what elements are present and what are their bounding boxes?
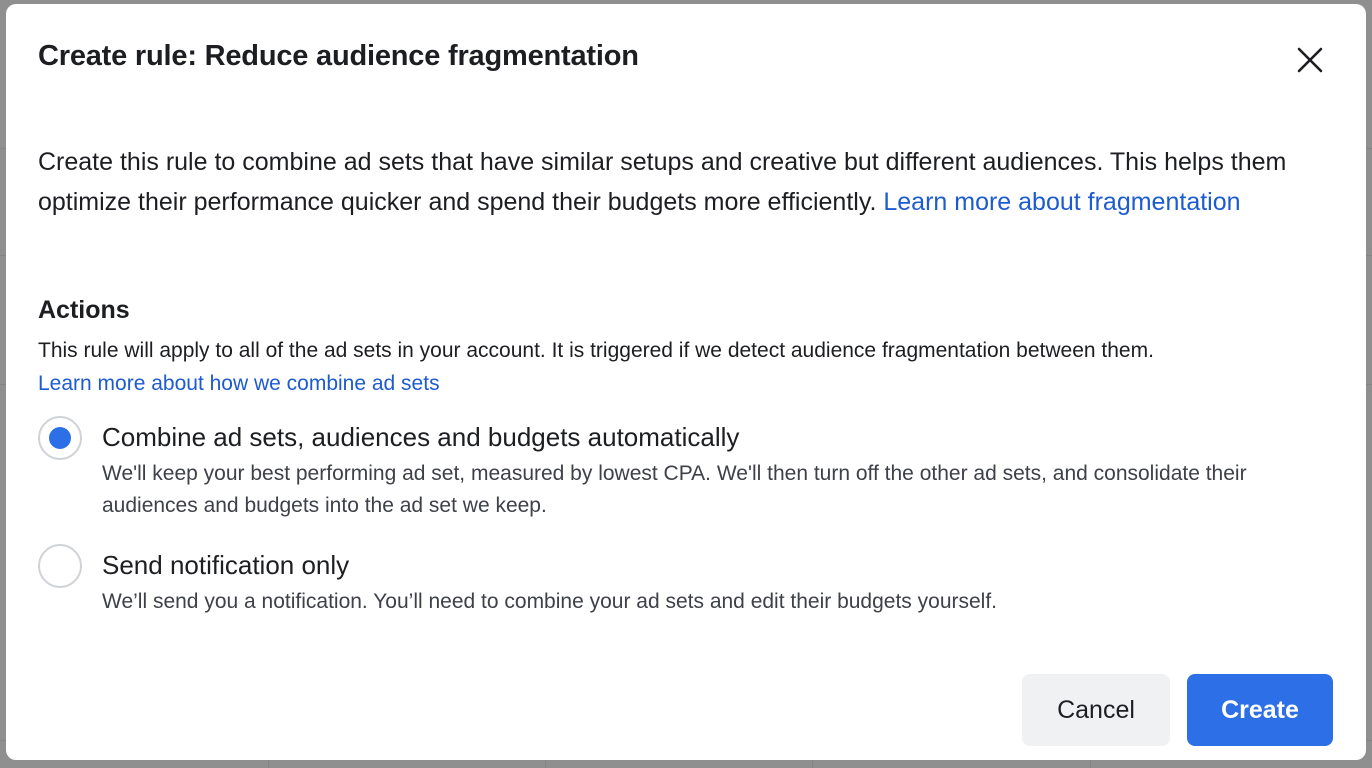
learn-more-fragmentation-link[interactable]: Learn more about fragmentation xyxy=(883,188,1240,216)
create-rule-dialog: Create rule: Reduce audience fragmentati… xyxy=(6,4,1366,760)
cancel-button[interactable]: Cancel xyxy=(1022,674,1170,746)
actions-description-text: This rule will apply to all of the ad se… xyxy=(38,339,1154,362)
option-description-notification: We’ll send you a notification. You’ll ne… xyxy=(102,590,998,613)
close-button[interactable] xyxy=(1290,40,1330,80)
rule-description: Create this rule to combine ad sets that… xyxy=(38,142,1298,222)
option-label-combine[interactable]: Combine ad sets, audiences and budgets a… xyxy=(102,422,739,453)
actions-description: This rule will apply to all of the ad se… xyxy=(38,334,1338,400)
radio-send-notification[interactable] xyxy=(38,544,82,588)
close-icon xyxy=(1297,47,1323,73)
option-label-notification[interactable]: Send notification only xyxy=(102,550,349,581)
radio-selected-dot xyxy=(49,427,71,449)
option-description-combine: We'll keep your best performing ad set, … xyxy=(102,462,1247,517)
dialog-title: Create rule: Reduce audience fragmentati… xyxy=(38,40,639,72)
radio-combine-automatically[interactable] xyxy=(38,416,82,460)
learn-more-combine-link[interactable]: Learn more about how we combine ad sets xyxy=(38,372,440,395)
create-button[interactable]: Create xyxy=(1187,674,1333,746)
actions-heading: Actions xyxy=(38,296,130,324)
